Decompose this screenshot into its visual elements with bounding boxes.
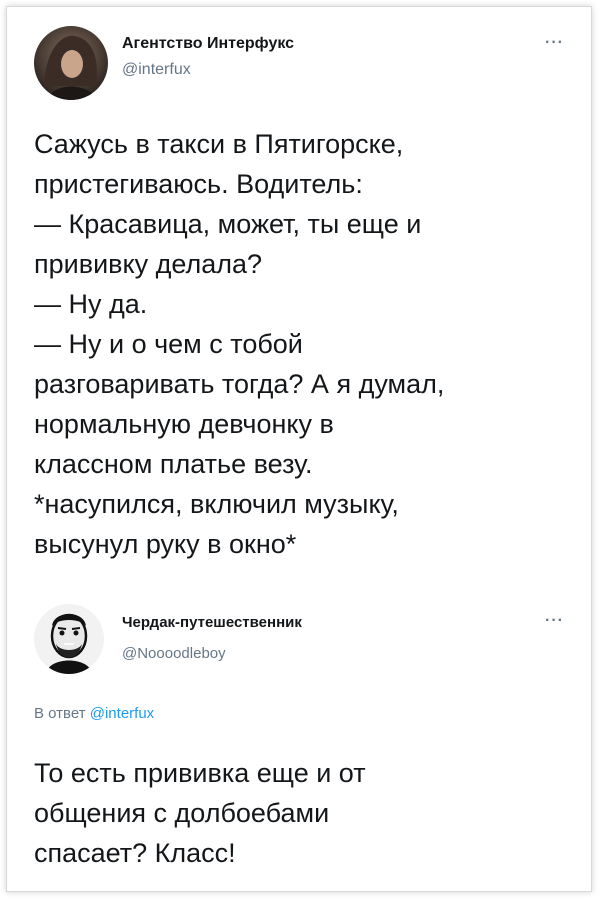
author-handle[interactable]: @interfux — [122, 61, 191, 79]
reply-handle-link[interactable]: @interfux — [90, 705, 154, 722]
tweet-line: прививку делала? — [34, 249, 263, 279]
tweet-line: — Ну и о чем с тобой — [34, 329, 303, 359]
tweet-line: классном платье везу. — [34, 449, 313, 479]
tweet-line: Сажусь в такси в Пятигорске, — [34, 129, 404, 159]
tweet-line: пристегиваюсь. Водитель: — [34, 169, 363, 199]
avatar-image — [34, 26, 108, 100]
tweet-line: разговаривать тогда? А я думал, — [34, 369, 445, 399]
tweet-line: высунул руку в окно* — [34, 529, 297, 559]
tweet-line: То есть прививка еще и от — [34, 758, 366, 788]
reply-prefix: В ответ — [34, 705, 86, 722]
reply-author-name[interactable]: Чердак-путешественник — [122, 614, 302, 631]
tweet-line: нормальную девчонку в — [34, 409, 334, 439]
author-name[interactable]: Агентство Интерфукс — [122, 35, 294, 53]
reply-author-avatar[interactable] — [34, 604, 104, 674]
reply-text: То есть прививка еще и от общения с долб… — [34, 753, 366, 873]
reply-author-handle[interactable]: @Noooodleboy — [122, 645, 226, 662]
author-avatar[interactable] — [34, 26, 108, 100]
more-icon[interactable]: ··· — [545, 612, 564, 630]
tweet-line: *насупился, включил музыку, — [34, 489, 399, 519]
tweet-line: общения с долбоебами — [34, 798, 330, 828]
reply-context: В ответ @interfux — [34, 705, 154, 722]
tweet-line: — Красавица, может, ты еще и — [34, 209, 422, 239]
tweet-text: Сажусь в такси в Пятигорске, пристегиваю… — [34, 124, 444, 564]
avatar-image — [34, 604, 104, 674]
tweet-line: спасает? Класс! — [34, 838, 236, 868]
more-icon[interactable]: ··· — [545, 34, 564, 52]
tweet-line: — Ну да. — [34, 289, 148, 319]
